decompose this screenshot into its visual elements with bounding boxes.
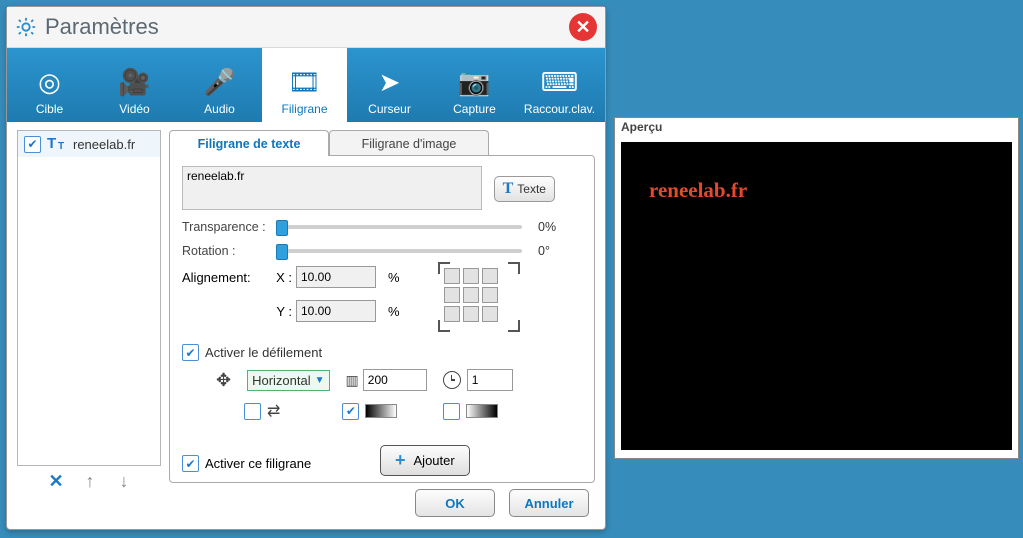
scroll-direction-dropdown[interactable]: Horizontal ▼ — [247, 370, 329, 391]
tab-body: reneelab.fr T Texte Transparence : 0% Ro… — [169, 155, 595, 483]
scroll-options: ✥ Horizontal ▼ ▥ — [182, 369, 582, 421]
fade-out-icon — [466, 404, 498, 418]
position-mc[interactable] — [463, 287, 479, 303]
fade-in-icon — [365, 404, 397, 418]
watermark-item-label: reneelab.fr — [73, 137, 135, 152]
tab-cible[interactable]: ◎ Cible — [7, 48, 92, 122]
preview-canvas: reneelab.fr — [621, 142, 1012, 450]
enable-scroll-label: Activer le défilement — [205, 345, 322, 360]
close-icon: ✕ — [575, 17, 590, 38]
alignment-section: Alignement: X : % Y : % — [182, 266, 582, 334]
ruler-icon: ▥ — [346, 372, 357, 389]
watermark-type-tabs: Filigrane de texte Filigrane d'image — [169, 130, 595, 156]
transparency-label: Transparence : — [182, 220, 282, 234]
position-bc[interactable] — [463, 306, 479, 322]
main-area: ✔ T reneelab.fr ✕ ↑ ↓ Filigrane de texte… — [7, 122, 605, 477]
tab-curseur[interactable]: ➤ Curseur — [347, 48, 432, 122]
text-icon: T — [503, 180, 514, 198]
rotation-value: 0° — [538, 244, 568, 258]
ok-button[interactable]: OK — [415, 489, 495, 517]
position-tc[interactable] — [463, 268, 479, 284]
tab-text-watermark[interactable]: Filigrane de texte — [169, 130, 329, 156]
microphone-icon: 🎤 — [203, 62, 235, 102]
activate-checkbox[interactable]: ✔ — [182, 455, 199, 472]
tab-filigrane[interactable]: 🎞 Filigrane — [262, 48, 347, 122]
checkbox-icon[interactable]: ✔ — [24, 136, 41, 153]
rotation-label: Rotation : — [182, 244, 282, 258]
text-style-button[interactable]: T Texte — [494, 176, 555, 202]
cursor-icon: ➤ — [379, 62, 401, 102]
transparency-slider[interactable] — [282, 225, 522, 229]
left-column: ✔ T reneelab.fr ✕ ↑ ↓ — [17, 130, 161, 477]
rotation-slider[interactable] — [282, 249, 522, 253]
tab-capture[interactable]: 📷 Capture — [432, 48, 517, 122]
preview-title: Aperçu — [615, 118, 1018, 142]
tab-video[interactable]: 🎥 Vidéo — [92, 48, 177, 122]
rotation-row: Rotation : 0° — [182, 244, 582, 258]
titlebar: Paramètres ✕ — [7, 7, 605, 48]
watermark-list: ✔ T reneelab.fr — [17, 130, 161, 466]
position-ml[interactable] — [444, 287, 460, 303]
tab-raccourci[interactable]: ⌨ Raccour.clav. — [517, 48, 602, 122]
settings-dialog: Paramètres ✕ ◎ Cible 🎥 Vidéo 🎤 Audio 🎞 F… — [6, 6, 606, 530]
transparency-value: 0% — [538, 220, 568, 234]
watermark-text-input[interactable]: reneelab.fr — [182, 166, 482, 210]
activate-row: ✔ Activer ce filigrane — [182, 455, 311, 472]
loop-icon: ⇄ — [267, 401, 280, 421]
position-mr[interactable] — [482, 287, 498, 303]
right-panel: Filigrane de texte Filigrane d'image ren… — [169, 130, 595, 477]
position-grid — [442, 266, 516, 328]
loop-checkbox[interactable]: ✔ — [244, 403, 261, 420]
preview-panel: Aperçu reneelab.fr — [614, 117, 1019, 459]
y-input[interactable] — [296, 300, 376, 322]
tab-audio[interactable]: 🎤 Audio — [177, 48, 262, 122]
tab-image-watermark[interactable]: Filigrane d'image — [329, 130, 489, 156]
slider-thumb[interactable] — [276, 244, 288, 260]
activate-label: Activer ce filigrane — [205, 456, 311, 471]
position-tr[interactable] — [482, 268, 498, 284]
scroll-distance-input[interactable] — [363, 369, 427, 391]
gear-icon — [15, 16, 37, 38]
alignment-label: Alignement: — [182, 270, 272, 285]
target-icon: ◎ — [38, 62, 61, 102]
enable-scroll-checkbox[interactable]: ✔ — [182, 344, 199, 361]
keyboard-icon: ⌨ — [541, 62, 579, 102]
position-br[interactable] — [482, 306, 498, 322]
x-input[interactable] — [296, 266, 376, 288]
toolbar: ◎ Cible 🎥 Vidéo 🎤 Audio 🎞 Filigrane ➤ Cu… — [7, 48, 605, 122]
preview-watermark-text: reneelab.fr — [649, 178, 747, 203]
watermark-icon: 🎞 — [288, 62, 321, 102]
transparency-row: Transparence : 0% — [182, 220, 582, 234]
scroll-time-input[interactable] — [467, 369, 513, 391]
video-icon: 🎥 — [118, 62, 150, 102]
y-label: Y : — [272, 304, 296, 319]
dialog-buttons: OK Annuler — [7, 477, 605, 529]
fade-in-checkbox[interactable]: ✔ — [342, 403, 359, 420]
window-title: Paramètres — [45, 14, 569, 40]
close-button[interactable]: ✕ — [569, 13, 597, 41]
clock-icon — [443, 371, 461, 389]
add-button[interactable]: + Ajouter — [380, 445, 470, 476]
text-watermark-icon: T — [47, 135, 67, 153]
fade-out-checkbox[interactable]: ✔ — [443, 403, 460, 420]
chevron-down-icon: ▼ — [315, 375, 325, 386]
direction-icon: ✥ — [216, 370, 231, 391]
camera-icon: 📷 — [458, 62, 490, 102]
watermark-list-item[interactable]: ✔ T reneelab.fr — [18, 131, 160, 157]
x-label: X : — [272, 270, 296, 285]
cancel-button[interactable]: Annuler — [509, 489, 589, 517]
plus-icon: + — [395, 450, 406, 471]
slider-thumb[interactable] — [276, 220, 288, 236]
enable-scroll-row: ✔ Activer le défilement — [182, 344, 582, 361]
